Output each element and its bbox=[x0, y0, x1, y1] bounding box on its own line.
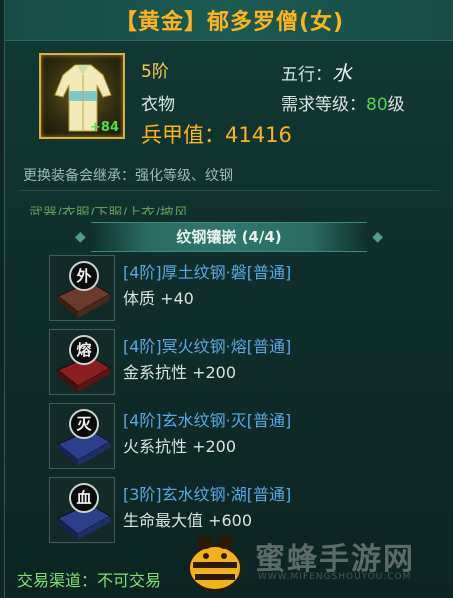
gem-name: [4阶]厚土纹钢·磐[普通] bbox=[123, 263, 292, 282]
armor-value: 41416 bbox=[225, 123, 292, 147]
divider bbox=[19, 190, 439, 191]
armor-value-row: 兵甲值：41416 bbox=[141, 119, 292, 149]
item-slot: 衣物 bbox=[141, 95, 175, 115]
gem-attribute: 金系抗性 +200 bbox=[123, 363, 237, 382]
inlay-section-title: 纹钢镶嵌 (4/4) bbox=[176, 228, 282, 246]
gem-name: [4阶]冥火纹钢·熔[普通] bbox=[123, 337, 292, 356]
req-level-value: 80 bbox=[366, 95, 388, 115]
gem-glyph: 灭 bbox=[69, 409, 99, 439]
truncated-text-row: 武器/衣服/下服/上衣/披风 bbox=[29, 206, 188, 215]
bee-logo-icon bbox=[188, 535, 242, 591]
ornament-left-icon: ◆ bbox=[75, 229, 86, 245]
element-water-icon: 水 bbox=[332, 61, 352, 85]
item-icon-frame[interactable]: +84 bbox=[39, 53, 125, 139]
req-label: 需求等级： bbox=[281, 95, 366, 115]
gem-attribute: 体质 +40 bbox=[123, 289, 194, 308]
gem-icon: 灭 bbox=[49, 403, 115, 469]
gem-slot-1[interactable]: 外 [4阶]厚土纹钢·磐[普通] 体质 +40 bbox=[49, 255, 449, 323]
gem-icon: 外 bbox=[49, 255, 115, 321]
gem-glyph: 外 bbox=[69, 261, 99, 291]
gem-icon: 血 bbox=[49, 477, 115, 543]
req-level-unit: 级 bbox=[387, 95, 405, 115]
gem-slot-2[interactable]: 熔 [4阶]冥火纹钢·熔[普通] 金系抗性 +200 bbox=[49, 329, 449, 397]
gem-attribute: 生命最大值 +600 bbox=[123, 511, 253, 530]
item-tier: 5阶 bbox=[141, 62, 169, 82]
item-tooltip-panel: 【黄金】郁多罗僧(女) +84 5阶 衣物 兵甲值：41416 五行：水 需求等… bbox=[4, 0, 453, 598]
watermark-url: WWW.MIFENGSHOUYOU.COM bbox=[258, 572, 412, 582]
element-row: 五行：水 bbox=[281, 57, 352, 86]
inlay-section-banner: ◆ 纹钢镶嵌 (4/4) ◆ bbox=[75, 222, 383, 252]
gem-slot-3[interactable]: 灭 [4阶]玄水纹钢·灭[普通] 火系抗性 +200 bbox=[49, 403, 449, 471]
required-level-row: 需求等级：80级 bbox=[281, 90, 405, 115]
enhance-badge: +84 bbox=[90, 120, 119, 135]
gem-name: [4阶]玄水纹钢·灭[普通] bbox=[123, 411, 292, 430]
ornament-right-icon: ◆ bbox=[372, 229, 383, 245]
item-title: 【黄金】郁多罗僧(女) bbox=[114, 10, 345, 35]
trade-channel: 交易渠道：不可交易 bbox=[17, 571, 162, 590]
gem-glyph: 血 bbox=[69, 483, 99, 513]
element-label: 五行： bbox=[281, 65, 332, 85]
gem-glyph: 熔 bbox=[69, 335, 99, 365]
armor-label: 兵甲值： bbox=[141, 123, 225, 147]
title-bar: 【黄金】郁多罗僧(女) bbox=[5, 0, 453, 41]
gem-attribute: 火系抗性 +200 bbox=[123, 437, 237, 456]
gem-name: [3阶]玄水纹钢·湖[普通] bbox=[123, 485, 292, 504]
inherit-note: 更换装备会继承：强化等级、纹钢 bbox=[23, 168, 233, 184]
gem-icon: 熔 bbox=[49, 329, 115, 395]
